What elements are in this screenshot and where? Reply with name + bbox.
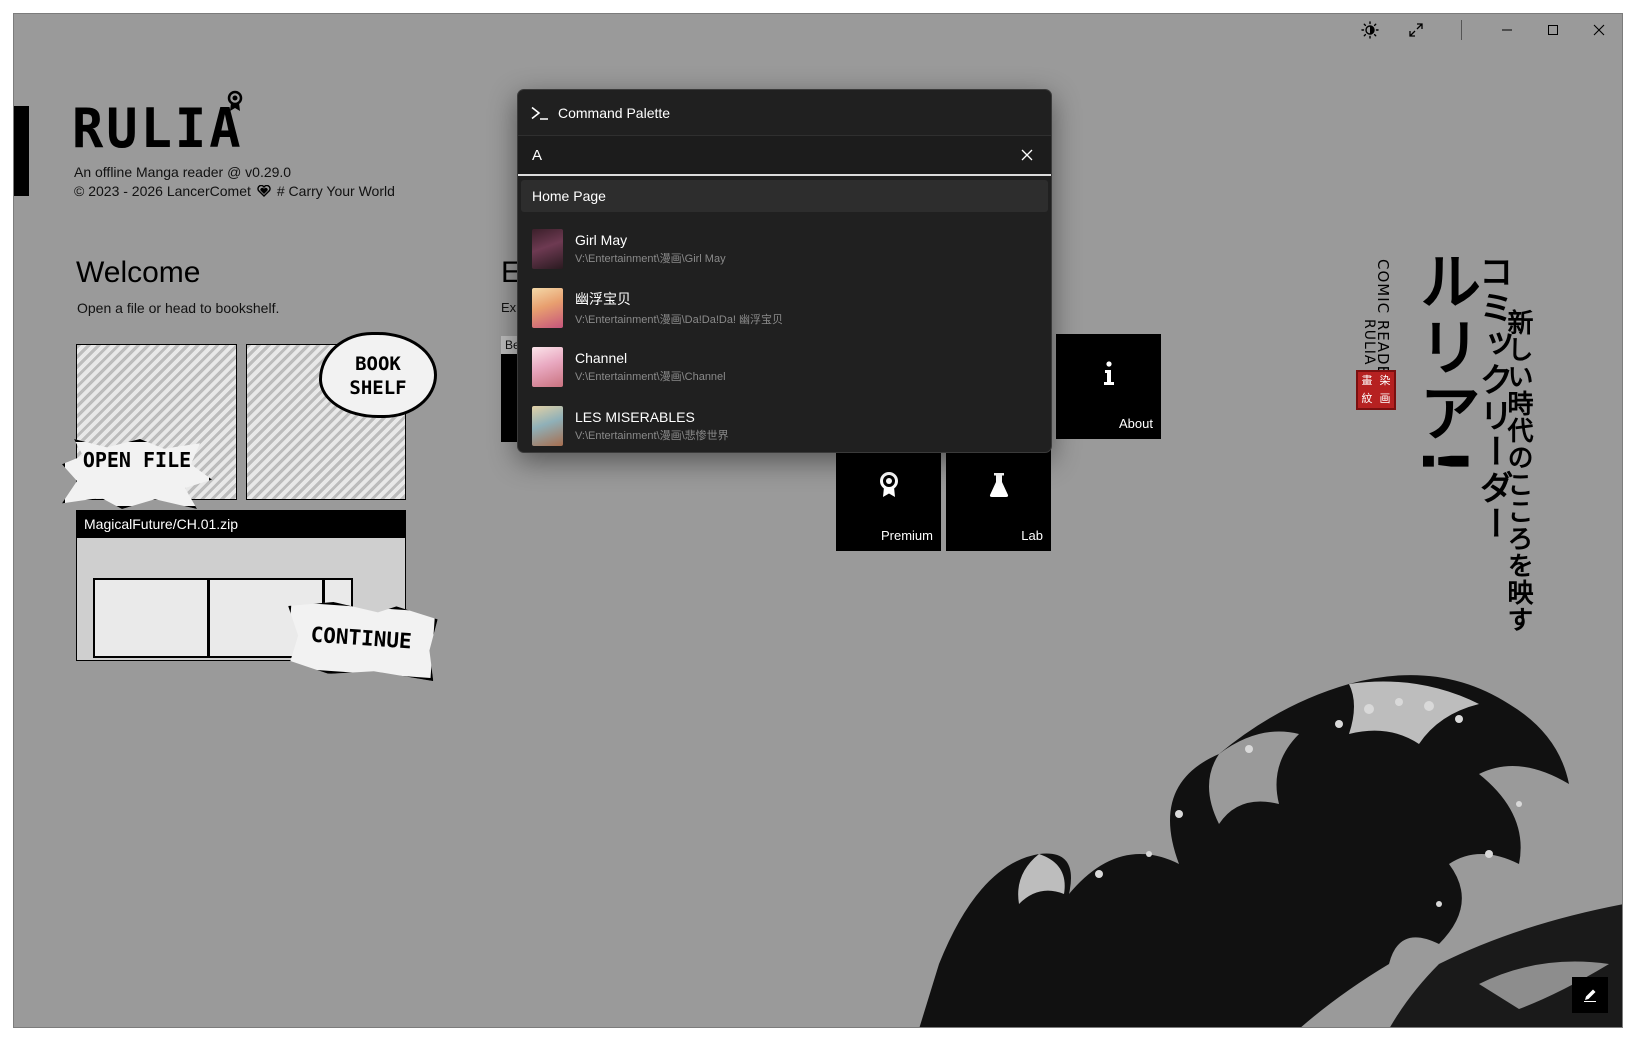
copyright-text: © 2023 - 2026 LancerComet <box>74 183 251 199</box>
result-title: Channel <box>575 349 628 366</box>
recent-file-bar[interactable]: MagicalFuture/CH.01.zip <box>76 510 406 538</box>
palette-clear-button[interactable] <box>1015 143 1039 167</box>
close-button[interactable] <box>1576 14 1622 46</box>
motto-text: # Carry Your World <box>276 183 395 199</box>
premium-tile[interactable]: Premium <box>836 446 941 551</box>
open-file-burst[interactable]: OPEN FILE <box>62 439 212 509</box>
clear-icon <box>1021 149 1033 161</box>
accent-bar <box>14 106 29 196</box>
palette-result-item[interactable]: LES MISERABLES V:\Entertainment\漫画\悲惨世界 <box>518 396 1051 452</box>
lab-tile[interactable]: Lab <box>946 446 1051 551</box>
palette-results: Girl May V:\Entertainment\漫画\Girl May 幽浮… <box>518 212 1051 452</box>
maximize-button[interactable] <box>1530 14 1576 46</box>
command-palette: Command Palette Home Page Girl May V:\En… <box>517 89 1052 453</box>
close-icon <box>1593 24 1605 36</box>
theme-toggle-button[interactable] <box>1347 14 1393 46</box>
result-text: LES MISERABLES V:\Entertainment\漫画\悲惨世界 <box>575 409 729 443</box>
result-text: 幽浮宝贝 V:\Entertainment\漫画\Da!Da!Da! 幽浮宝贝 <box>575 289 783 327</box>
result-title: LES MISERABLES <box>575 408 695 425</box>
result-path: V:\Entertainment\漫画\Girl May <box>575 252 726 265</box>
palette-result-item[interactable]: 幽浮宝贝 V:\Entertainment\漫画\Da!Da!Da! 幽浮宝贝 <box>518 278 1051 337</box>
manga-cover-thumbnail <box>532 405 563 446</box>
continue-burst[interactable]: CONTINUE <box>284 599 439 681</box>
japanese-tagline: 新しい時代のこころを映す <box>1503 309 1533 633</box>
flask-icon <box>989 473 1008 497</box>
award-badge-icon <box>227 90 243 111</box>
tile-icon-wrap <box>946 472 1051 498</box>
lab-label: Lab <box>1021 528 1043 543</box>
maximize-icon <box>1548 25 1558 35</box>
tile-icon-wrap <box>1056 360 1161 386</box>
palette-search-box <box>518 136 1051 176</box>
app-tagline: An offline Manga reader @ v0.29.0 <box>74 164 292 180</box>
welcome-subtitle: Open a file or head to bookshelf. <box>77 300 280 316</box>
pencil-icon <box>1584 989 1596 1002</box>
result-path: V:\Entertainment\漫画\Da!Da!Da! 幽浮宝贝 <box>575 313 784 326</box>
copyright-line: © 2023 - 2026 LancerComet # Carry Your W… <box>74 183 395 199</box>
minimize-button[interactable] <box>1484 14 1530 46</box>
bookshelf-bubble[interactable]: BOOK SHELF <box>319 332 437 418</box>
palette-title: Command Palette <box>558 104 671 121</box>
palette-result-item[interactable]: Channel V:\Entertainment\漫画\Channel <box>518 337 1051 396</box>
award-icon <box>879 472 898 497</box>
result-path: V:\Entertainment\漫画\悲惨世界 <box>575 429 729 442</box>
about-label: About <box>1119 416 1153 431</box>
recent-file-path: MagicalFuture/CH.01.zip <box>84 516 239 532</box>
terminal-icon <box>531 106 548 120</box>
brightness-icon <box>1361 21 1379 39</box>
manga-cover-thumbnail <box>532 228 563 269</box>
rulia-vertical-text: RULIA <box>1361 319 1377 366</box>
expand-icon <box>1409 23 1423 37</box>
palette-search-input[interactable] <box>532 146 1015 164</box>
premium-label: Premium <box>880 528 933 543</box>
edit-button[interactable] <box>1572 977 1608 1013</box>
great-wave-illustration <box>919 675 1622 1027</box>
info-icon <box>1103 361 1114 385</box>
seal-stamp-icon: 畫染紋画 <box>1356 370 1396 410</box>
title-bar-controls <box>1347 14 1622 46</box>
caption-separator <box>1461 20 1462 40</box>
result-title: Girl May <box>575 231 628 248</box>
tile-icon-wrap <box>836 472 941 498</box>
palette-group-label: Home Page <box>532 188 606 204</box>
welcome-title: Welcome <box>76 256 201 289</box>
heart-icon <box>257 185 271 197</box>
result-text: Girl May V:\Entertainment\漫画\Girl May <box>575 232 726 266</box>
about-tile[interactable]: About <box>1056 334 1161 439</box>
manga-cover-thumbnail <box>532 346 563 387</box>
minimize-icon <box>1502 29 1512 31</box>
result-text: Channel V:\Entertainment\漫画\Channel <box>575 350 726 384</box>
fullscreen-button[interactable] <box>1393 14 1439 46</box>
result-title: 幽浮宝贝 <box>575 290 631 307</box>
result-path: V:\Entertainment\漫画\Channel <box>575 370 726 383</box>
manga-cover-thumbnail <box>532 287 563 328</box>
palette-group-header: Home Page <box>521 180 1048 212</box>
palette-result-item[interactable]: Girl May V:\Entertainment\漫画\Girl May <box>518 219 1051 278</box>
app-logo: RULIA <box>72 97 244 161</box>
palette-header: Command Palette <box>518 90 1051 136</box>
